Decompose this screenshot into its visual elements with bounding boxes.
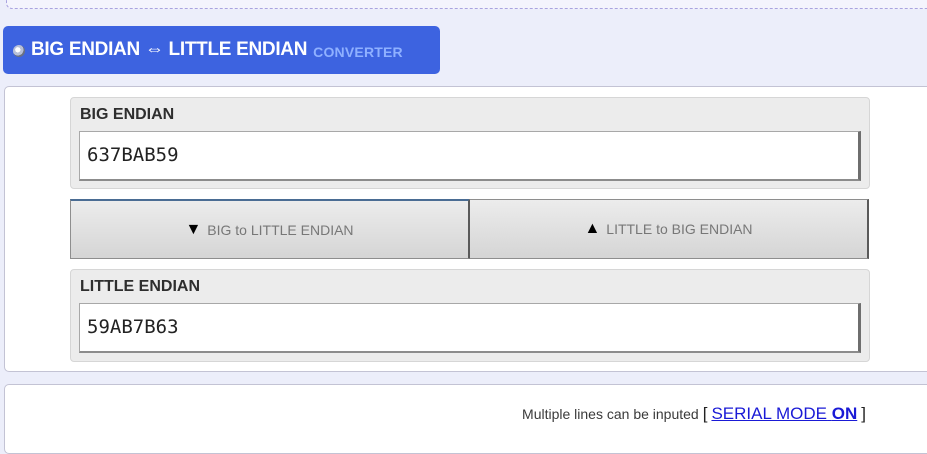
little-endian-label: LITTLE ENDIAN xyxy=(80,278,200,295)
big-endian-section: BIG ENDIAN 637BAB59 xyxy=(70,97,870,189)
arrow-down-icon: ▼ xyxy=(185,220,202,238)
bracket-open: [ xyxy=(702,404,708,423)
bracket-close: ] xyxy=(861,404,866,423)
serial-mode-line: Multiple lines can be inputed [ SERIAL M… xyxy=(522,404,870,424)
serial-mode-link[interactable]: SERIAL MODE ON xyxy=(711,404,857,424)
top-strip xyxy=(6,0,927,9)
page-title: BIG ENDIAN ⇔ LITTLE ENDIAN xyxy=(31,39,308,60)
little-to-big-button[interactable]: ▲ LITTLE to BIG ENDIAN xyxy=(469,199,869,259)
serial-mode-state: ON xyxy=(831,404,858,423)
page-subtitle: CONVERTER xyxy=(313,44,403,60)
serial-note: Multiple lines can be inputed xyxy=(522,406,699,422)
arrow-up-icon: ▲ xyxy=(584,220,601,237)
gear-ball-icon xyxy=(13,45,25,57)
big-endian-input[interactable]: 637BAB59 xyxy=(79,131,861,181)
serial-mode-label: SERIAL MODE xyxy=(711,404,828,423)
little-endian-section: LITTLE ENDIAN 59AB7B63 xyxy=(70,269,870,362)
title-tab: BIG ENDIAN ⇔ LITTLE ENDIAN CONVERTER xyxy=(3,26,440,74)
big-endian-label: BIG ENDIAN xyxy=(80,106,175,123)
little-to-big-label: LITTLE to BIG ENDIAN xyxy=(606,221,753,237)
little-endian-input[interactable]: 59AB7B63 xyxy=(79,303,861,353)
convert-button-row: ▼ BIG to LITTLE ENDIAN ▲ LITTLE to BIG E… xyxy=(70,199,870,259)
big-to-little-button[interactable]: ▼ BIG to LITTLE ENDIAN xyxy=(70,199,470,259)
big-to-little-label: BIG to LITTLE ENDIAN xyxy=(207,221,354,238)
